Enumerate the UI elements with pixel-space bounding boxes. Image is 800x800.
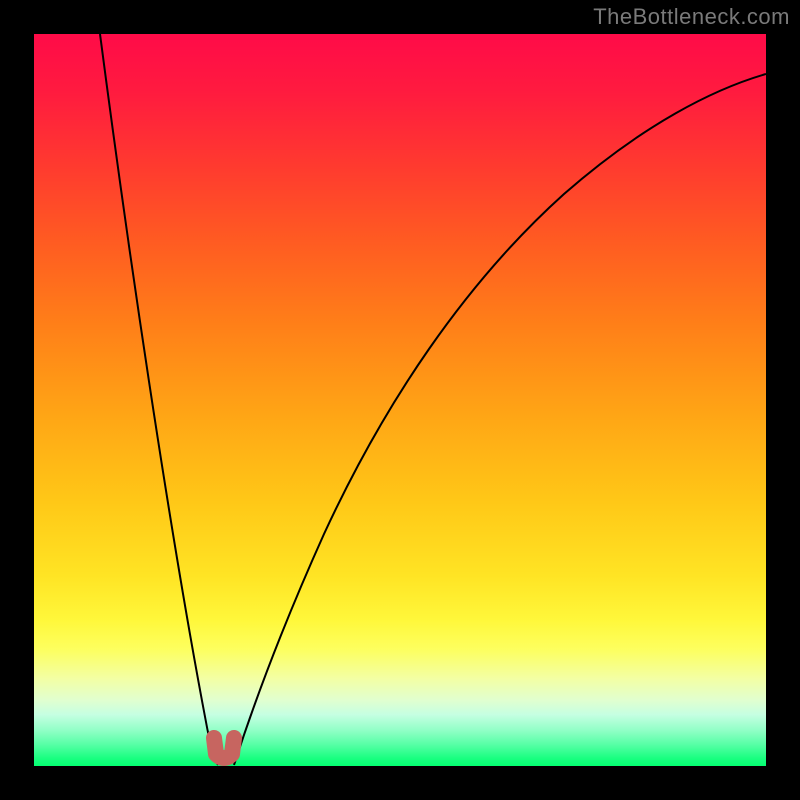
watermark-text: TheBottleneck.com: [593, 4, 790, 30]
curve-right: [234, 74, 766, 765]
chart-container: TheBottleneck.com: [0, 0, 800, 800]
bottleneck-marker: [214, 738, 234, 758]
plot-area: [34, 34, 766, 766]
curve-layer: [34, 34, 766, 766]
curve-left: [100, 34, 218, 765]
